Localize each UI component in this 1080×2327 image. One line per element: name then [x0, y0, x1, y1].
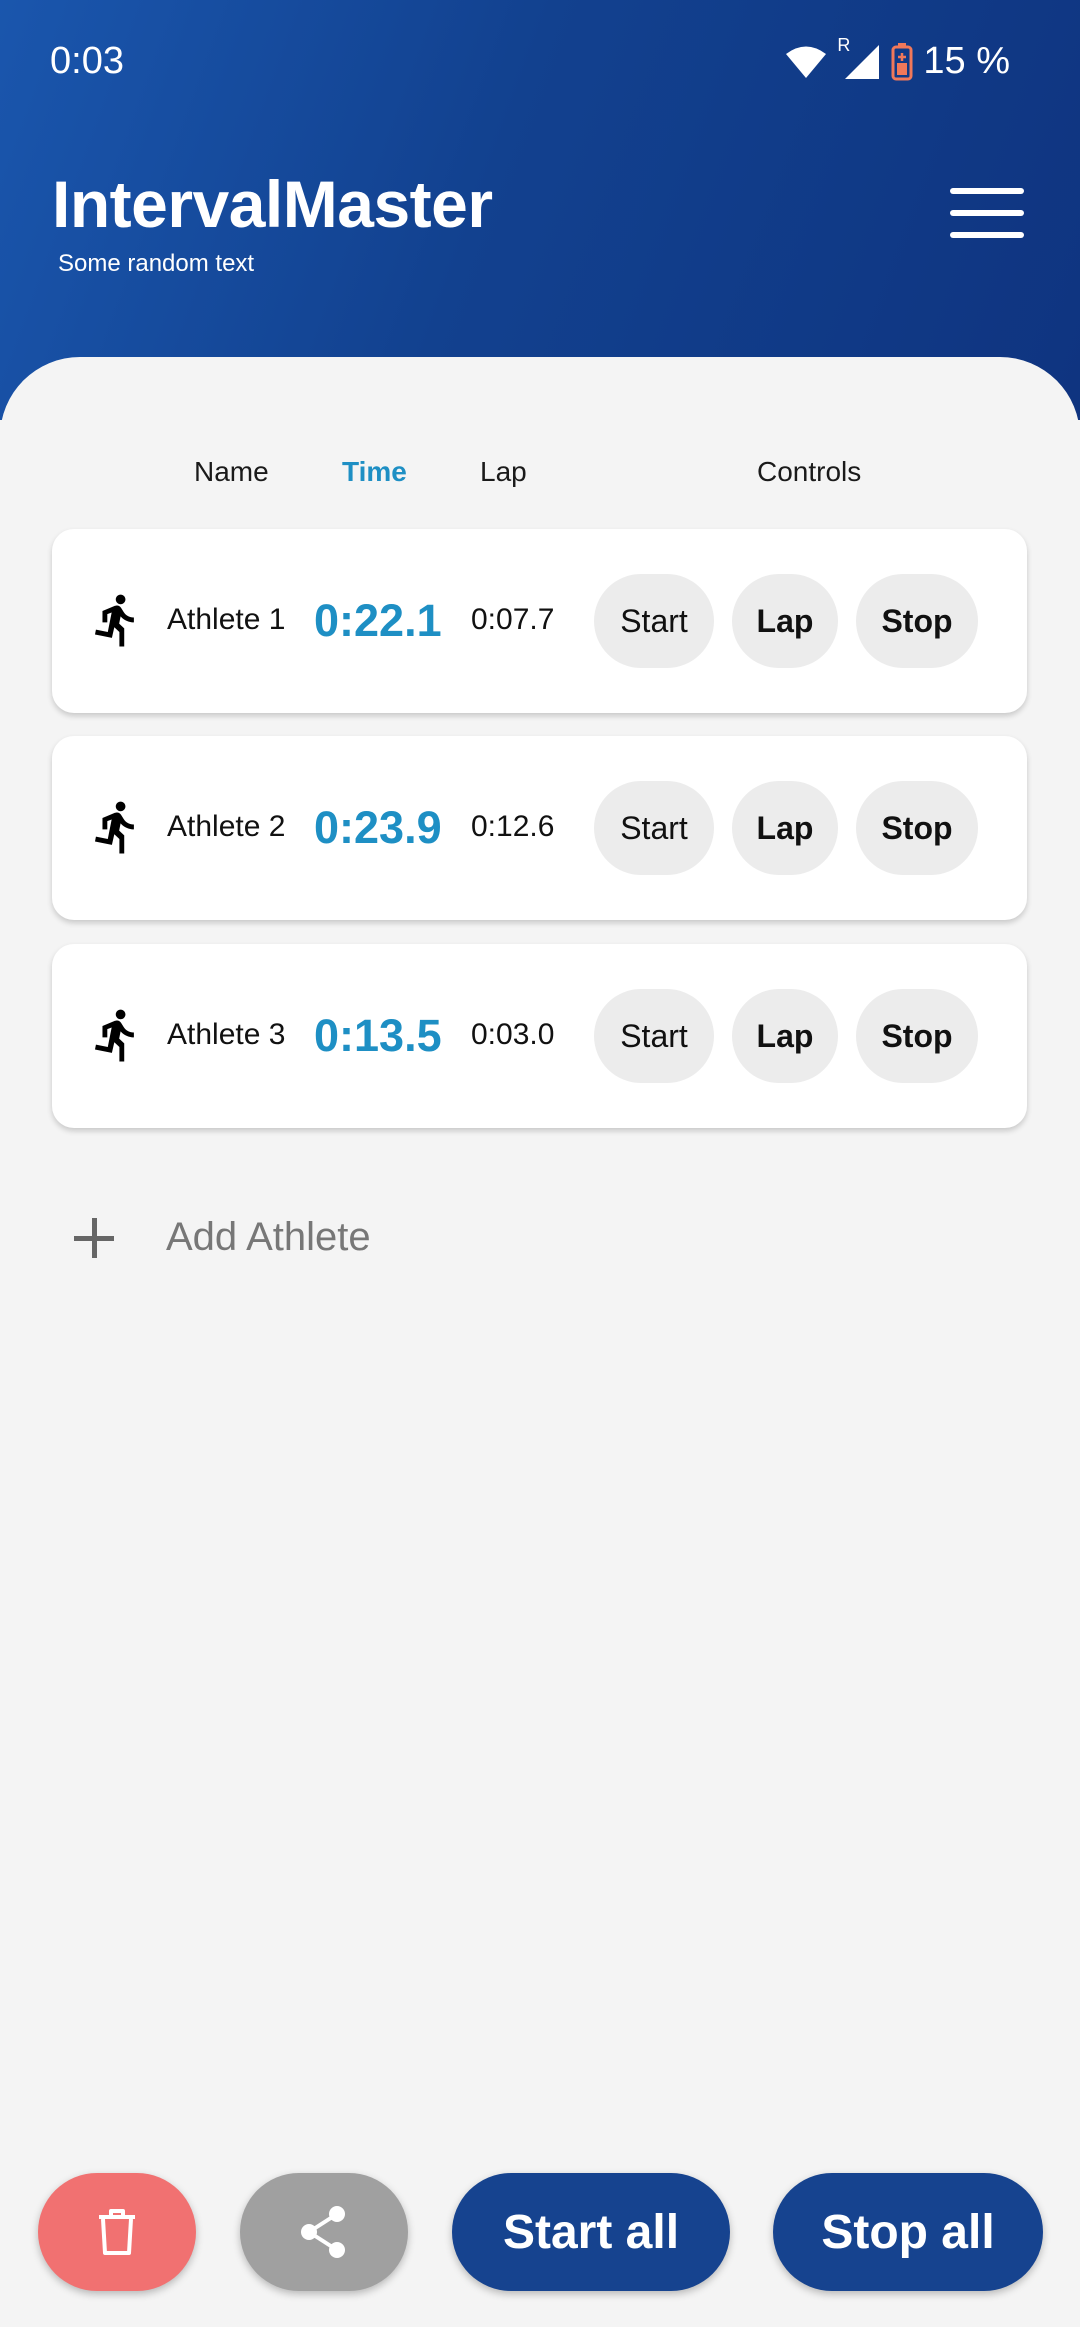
- start-all-button[interactable]: Start all: [452, 2173, 730, 2291]
- column-header-lap[interactable]: Lap: [480, 456, 527, 488]
- athlete-name: Athlete 2: [167, 810, 286, 843]
- battery-percentage: 15 %: [923, 40, 1010, 82]
- stop-all-button[interactable]: Stop all: [773, 2173, 1043, 2291]
- trash-icon: [99, 2209, 135, 2255]
- athlete-lap-time: 0:07.7: [471, 603, 555, 636]
- stop-button[interactable]: Stop: [856, 989, 978, 1083]
- lap-button[interactable]: Lap: [732, 989, 838, 1083]
- athlete-name: Athlete 1: [167, 603, 286, 636]
- app-title: IntervalMaster: [52, 167, 493, 241]
- share-button[interactable]: [240, 2173, 408, 2291]
- add-athlete-label: Add Athlete: [166, 1215, 371, 1259]
- athlete-card: Athlete 2 0:23.9 0:12.6 Start Lap Stop: [52, 736, 1027, 920]
- delete-button[interactable]: [38, 2173, 196, 2291]
- start-button[interactable]: Start: [594, 781, 714, 875]
- add-athlete-button[interactable]: Add Athlete: [72, 1215, 371, 1260]
- lap-button[interactable]: Lap: [732, 574, 838, 668]
- runner-icon: [94, 801, 134, 854]
- athlete-time: 0:13.5: [314, 1010, 442, 1061]
- athlete-lap-time: 0:12.6: [471, 810, 555, 843]
- status-time: 0:03: [50, 40, 124, 82]
- column-header-time[interactable]: Time: [342, 456, 407, 488]
- column-header-controls: Controls: [757, 456, 862, 487]
- athlete-card: Athlete 1 0:22.1 0:07.7 Start Lap Stop: [52, 529, 1027, 713]
- start-button[interactable]: Start: [594, 989, 714, 1083]
- athlete-name: Athlete 3: [167, 1018, 286, 1051]
- menu-icon[interactable]: [950, 188, 1024, 248]
- runner-icon: [94, 594, 134, 647]
- athlete-lap-time: 0:03.0: [471, 1018, 555, 1051]
- column-header-name[interactable]: Name: [194, 456, 269, 488]
- runner-icon: [94, 1009, 134, 1062]
- wifi-icon: [786, 46, 827, 78]
- athlete-time: 0:22.1: [314, 595, 442, 646]
- lap-button[interactable]: Lap: [732, 781, 838, 875]
- stop-button[interactable]: Stop: [856, 574, 978, 668]
- athlete-time: 0:23.9: [314, 802, 442, 853]
- battery-icon: [891, 42, 913, 80]
- athlete-card: Athlete 3 0:13.5 0:03.0 Start Lap Stop: [52, 944, 1027, 1128]
- share-icon: [301, 2206, 345, 2258]
- status-icons: R 15 %: [785, 35, 1010, 83]
- app-subtitle: Some random text: [58, 250, 255, 277]
- stop-button[interactable]: Stop: [856, 781, 978, 875]
- add-icon: [72, 1216, 116, 1260]
- start-button[interactable]: Start: [594, 574, 714, 668]
- signal-icon: [845, 44, 880, 79]
